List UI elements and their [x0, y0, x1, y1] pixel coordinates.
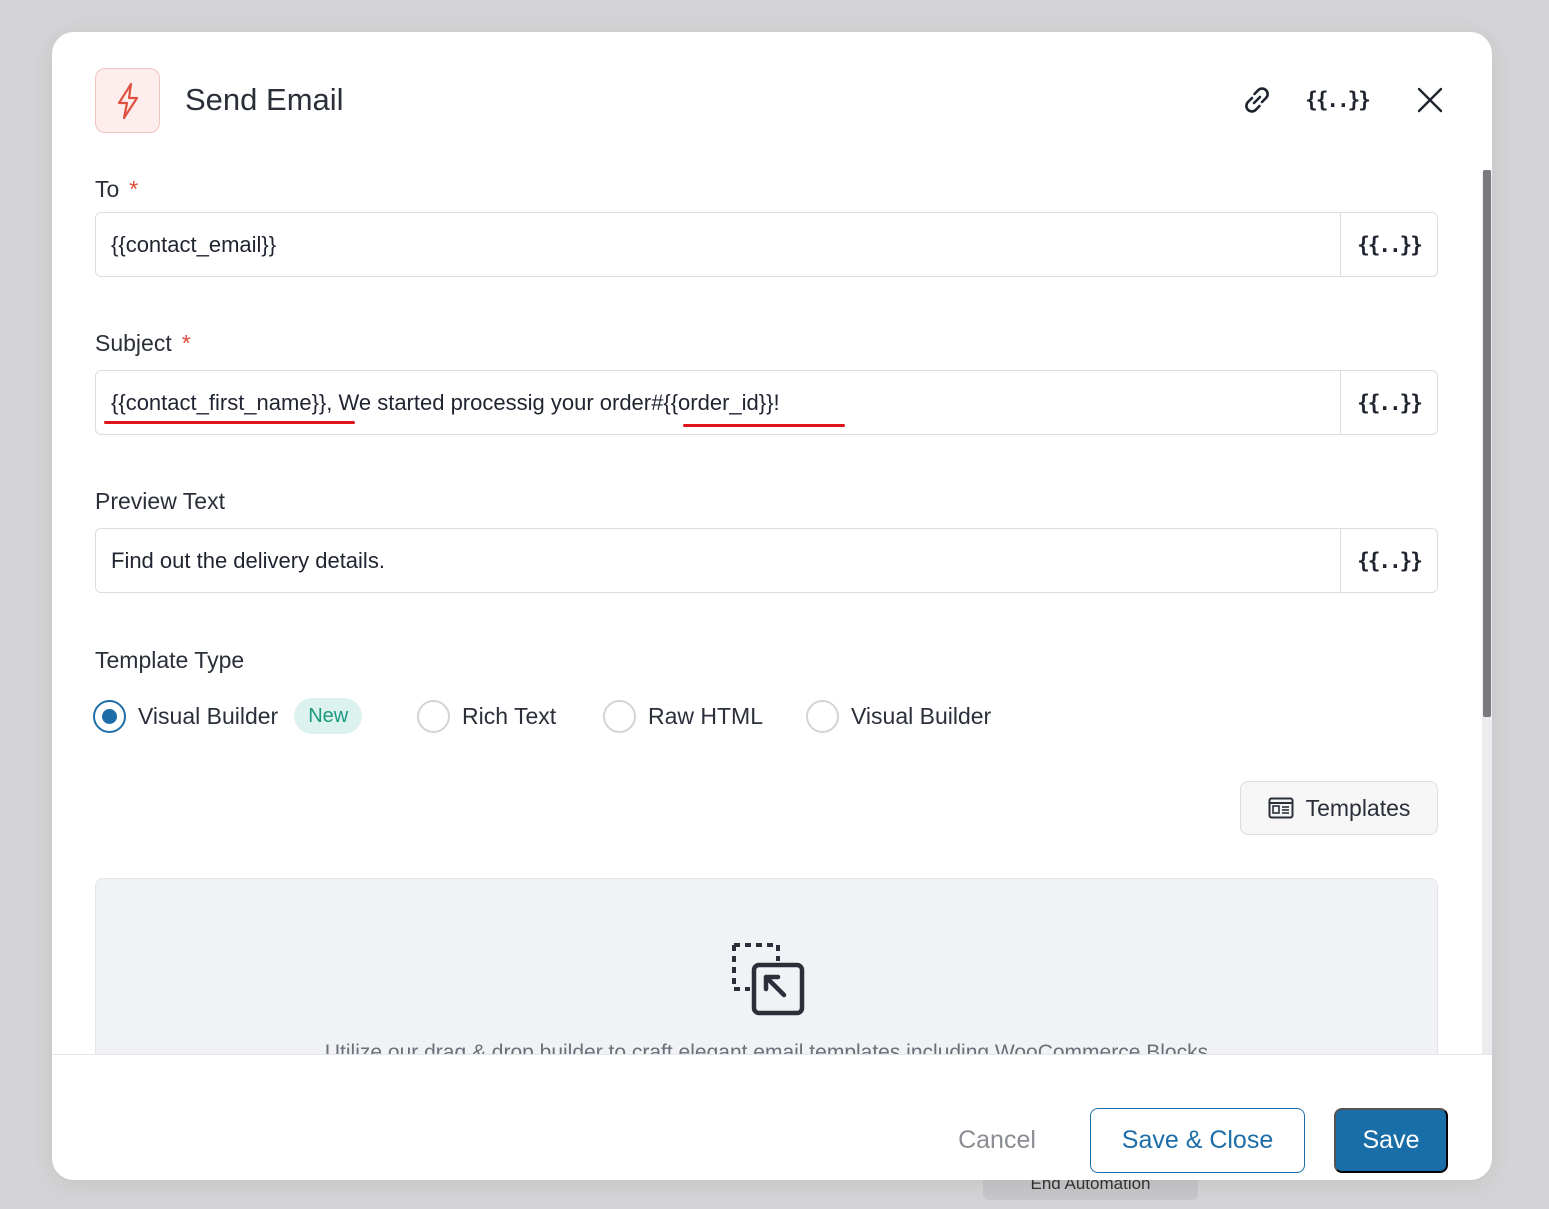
radio-button[interactable] [603, 699, 636, 733]
templates-button-label: Templates [1305, 794, 1411, 821]
to-input[interactable]: {{contact_email}} [96, 213, 1340, 276]
subject-input[interactable]: {{contact_first_name}}, We started proce… [96, 371, 1340, 434]
subject-first-name-tag: {{contact_first_name}} [111, 389, 327, 415]
merge-tags-icon: {{..}} [1357, 548, 1423, 573]
required-mark: * [181, 330, 191, 356]
subject-label-text: Subject [95, 330, 172, 356]
annotation-underline [104, 421, 355, 424]
radio-visual-builder-new[interactable]: Visual Builder New [93, 698, 363, 734]
cancel-button[interactable]: Cancel [932, 1108, 1062, 1172]
radio-visual-builder[interactable]: Visual Builder [806, 698, 991, 734]
merge-tags-icon: {{..}} [1357, 232, 1423, 257]
preview-text-input[interactable]: Find out the delivery details. [96, 529, 1340, 592]
templates-icon [1268, 797, 1294, 819]
merge-tags-glyph: {{..}} [1305, 88, 1371, 112]
templates-button[interactable]: Templates [1240, 781, 1438, 835]
radio-button[interactable] [417, 699, 450, 733]
subject-order-id-tag: #{{order_id}} [651, 389, 774, 415]
radio-raw-html[interactable]: Raw HTML [603, 698, 763, 734]
merge-tags-icon: {{..}} [1357, 390, 1423, 415]
to-field: {{contact_email}} {{..}} [95, 212, 1438, 277]
link-icon[interactable] [1237, 82, 1277, 118]
subject-field: {{contact_first_name}}, We started proce… [95, 370, 1438, 435]
send-email-modal: Send Email {{..}} To * {{contact_email}} … [52, 32, 1492, 1180]
preview-merge-tags-button[interactable]: {{..}} [1340, 529, 1437, 592]
radio-label: Rich Text [462, 702, 557, 729]
radio-label: Raw HTML [648, 702, 764, 729]
radio-label: Visual Builder [851, 702, 992, 729]
required-mark: * [129, 176, 139, 202]
subject-text: , We started processig your order [326, 389, 652, 415]
preview-text-label: Preview Text [95, 488, 225, 514]
scrollbar-thumb[interactable] [1483, 170, 1491, 717]
subject-text-end: ! [773, 389, 780, 415]
new-badge: New [294, 698, 363, 734]
modal-footer: Cancel Save & Close Save [52, 1054, 1492, 1180]
annotation-underline [683, 424, 845, 427]
bolt-icon [95, 68, 160, 133]
subject-label: Subject * [95, 330, 191, 357]
template-type-label: Template Type [95, 647, 245, 673]
modal-header: Send Email {{..}} [52, 32, 1492, 172]
save-and-close-button[interactable]: Save & Close [1090, 1108, 1305, 1173]
to-merge-tags-button[interactable]: {{..}} [1340, 213, 1437, 276]
drag-drop-icon [730, 941, 806, 1022]
radio-button-checked[interactable] [93, 699, 126, 733]
radio-label: Visual Builder [138, 702, 279, 729]
merge-tags-icon[interactable]: {{..}} [1305, 82, 1371, 118]
radio-rich-text[interactable]: Rich Text [417, 698, 556, 734]
preview-text-field: Find out the delivery details. {{..}} [95, 528, 1438, 593]
radio-button[interactable] [806, 699, 839, 733]
to-label: To * [95, 176, 138, 203]
close-icon[interactable] [1412, 82, 1448, 118]
to-label-text: To [95, 176, 120, 202]
subject-merge-tags-button[interactable]: {{..}} [1340, 371, 1437, 434]
save-button[interactable]: Save [1334, 1108, 1448, 1173]
modal-title: Send Email [185, 82, 344, 117]
